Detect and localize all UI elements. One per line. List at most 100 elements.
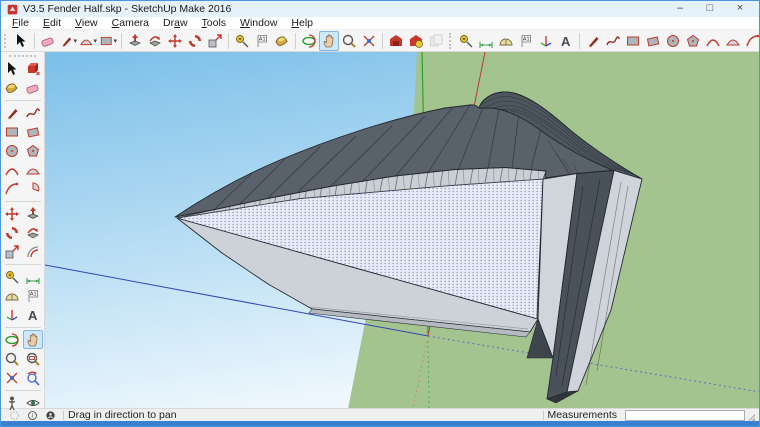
toolbar-separator [4,388,41,391]
toolbar-grip[interactable] [9,55,36,58]
rotated-rectangle-button[interactable] [23,122,43,141]
arc-dropdown[interactable]: ▾ [93,37,97,45]
orbit-button[interactable] [2,330,22,349]
select-button[interactable] [2,59,22,78]
dimension-button[interactable] [476,31,496,51]
3d-warehouse-button[interactable] [386,31,406,51]
zoom-window-button[interactable] [23,349,43,368]
toolbar-separator [579,32,580,49]
arc-2-button[interactable] [703,31,723,51]
eraser-button[interactable] [38,31,58,51]
status-bar: Drag in direction to pan Measurements [1,408,759,421]
viewport-container[interactable] [45,52,759,408]
tape-measure-button[interactable] [2,267,22,286]
menu-tools[interactable]: Tools [195,17,234,30]
large-tool-set [1,52,45,408]
look-around-button[interactable] [23,393,43,412]
select-button[interactable] [11,31,31,51]
circle-button[interactable] [2,141,22,160]
push-pull-button[interactable] [23,204,43,223]
scale-button[interactable] [205,31,225,51]
toolbar-grip[interactable] [4,33,8,48]
freehand-button[interactable] [603,31,623,51]
offset-button[interactable] [23,242,43,261]
text-button[interactable] [23,286,43,305]
line-dropdown[interactable]: ▾ [73,37,77,45]
tape-measure-2-button[interactable] [456,31,476,51]
toolbar-separator [4,199,41,202]
text-button[interactable] [252,31,272,51]
extension-warehouse-button[interactable] [406,31,426,51]
paint-bucket-button[interactable] [272,31,292,51]
share-model-button[interactable] [426,31,446,51]
two-point-arc-button[interactable] [723,31,743,51]
axes-button[interactable] [2,305,22,324]
maximize-button[interactable]: □ [695,1,725,17]
zoom-extents-button[interactable] [359,31,379,51]
follow-me-button[interactable] [145,31,165,51]
follow-me-button[interactable] [23,223,43,242]
line-button[interactable]: ▾ [58,31,78,51]
protractor-button[interactable] [2,286,22,305]
menu-edit[interactable]: Edit [36,17,68,30]
polygon-button[interactable] [23,141,43,160]
rectangle-dropdown[interactable]: ▾ [113,37,117,45]
menu-window[interactable]: Window [233,17,284,30]
scale-button[interactable] [2,242,22,261]
close-button[interactable]: × [725,1,755,17]
menu-help[interactable]: Help [284,17,320,30]
three-point-arc-button[interactable] [743,31,759,51]
line-2-button[interactable] [583,31,603,51]
move-button[interactable] [165,31,185,51]
sketchup-window: V3.5 Fender Half.skp - SketchUp Make 201… [0,0,760,427]
arc-button[interactable]: ▾ [78,31,98,51]
axes-button[interactable] [536,31,556,51]
3d-text-button[interactable] [556,31,576,51]
menu-view[interactable]: View [68,17,105,30]
claim-credit-button[interactable] [43,409,57,422]
rotate-button[interactable] [185,31,205,51]
viewport-3d[interactable] [45,52,759,408]
paint-bucket-button[interactable] [2,78,22,97]
previous-view-button[interactable] [23,368,43,387]
circle-button[interactable] [663,31,683,51]
make-component-button[interactable] [23,59,43,78]
position-camera-button[interactable] [2,393,22,412]
three-point-arc-button[interactable] [2,179,22,198]
pie-button[interactable] [23,179,43,198]
status-separator [542,410,544,420]
line-button[interactable] [2,103,22,122]
zoom-extents-button[interactable] [2,368,22,387]
eraser-button[interactable] [23,78,43,97]
rectangle-button[interactable]: ▾ [98,31,118,51]
top-toolbar: ▾ ▾ ▾ [1,30,759,52]
3d-text-button[interactable] [23,305,43,324]
menu-draw[interactable]: Draw [156,17,195,30]
pan-button[interactable] [319,30,339,51]
zoom-button[interactable] [2,349,22,368]
resize-grip[interactable] [748,409,755,421]
move-button[interactable] [2,204,22,223]
pan-button[interactable] [22,330,43,349]
dimension-button[interactable] [23,267,43,286]
toolbar-separator [4,325,41,328]
rectangle-2-button[interactable] [623,31,643,51]
tape-measure-button[interactable] [232,31,252,51]
rectangle-button[interactable] [2,122,22,141]
minimize-button[interactable]: – [665,1,695,17]
rotate-button[interactable] [2,223,22,242]
menu-file[interactable]: File [5,17,36,30]
protractor-button[interactable] [496,31,516,51]
menu-camera[interactable]: Camera [105,17,156,30]
two-point-arc-button[interactable] [23,160,43,179]
freehand-button[interactable] [23,103,43,122]
orbit-button[interactable] [299,31,319,51]
zoom-button[interactable] [339,31,359,51]
push-pull-button[interactable] [125,31,145,51]
rotated-rectangle-button[interactable] [643,31,663,51]
text-2-button[interactable] [516,31,536,51]
arc-button[interactable] [2,160,22,179]
polygon-button[interactable] [683,31,703,51]
status-hint: Drag in direction to pan [68,409,177,421]
measurements-input[interactable] [625,409,745,421]
